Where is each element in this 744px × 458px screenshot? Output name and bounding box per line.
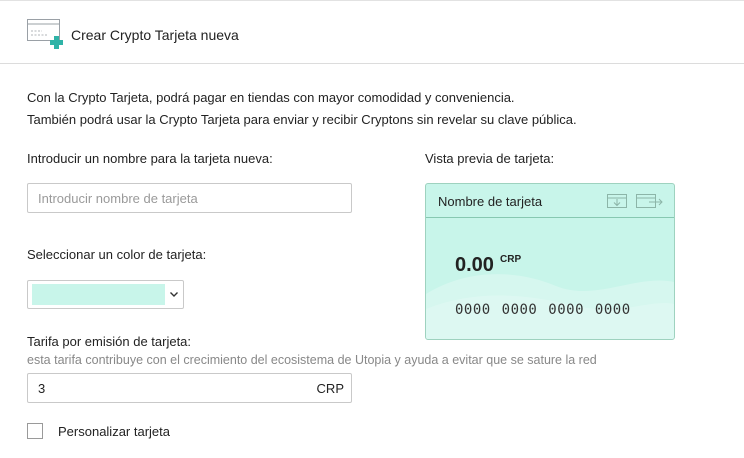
card-preview-name: Nombre de tarjeta [438,194,543,209]
card-preview-currency: CRP [500,254,522,265]
fee-note: esta tarifa contribuye con el crecimient… [27,353,597,367]
customize-card-checkbox[interactable] [27,423,43,439]
fee-unit: CRP [316,381,344,396]
card-name-input[interactable] [27,183,352,213]
dialog-header: Crear Crypto Tarjeta nueva [0,4,744,64]
fee-label: Tarifa por emisión de tarjeta: [27,334,192,349]
card-send-icon [636,194,664,211]
card-preview-label: Vista previa de tarjeta: [425,151,555,166]
fee-field: CRP [27,373,352,403]
card-color-label: Seleccionar un color de tarjeta: [27,247,207,262]
intro-line-1: Con la Crypto Tarjeta, podrá pagar en ti… [27,90,515,105]
card-name-label: Introducir un nombre para la tarjeta nue… [27,151,273,166]
intro-line-2: También podrá usar la Crypto Tarjeta par… [27,111,577,127]
intro-text: Con la Crypto Tarjeta, podrá pagar en ti… [27,87,577,130]
chevron-down-icon [167,286,181,302]
customize-card-label[interactable]: Personalizar tarjeta [58,424,170,439]
card-preview: Nombre de tarjeta 0.00 CRP 0000 0000 000… [425,183,675,340]
dialog-title: Crear Crypto Tarjeta nueva [71,27,239,43]
fee-input[interactable] [28,374,298,402]
card-preview-header: Nombre de tarjeta [426,184,674,218]
window-top-border [0,0,744,3]
card-color-select[interactable] [27,280,184,309]
card-preview-amount: 0.00 [455,254,494,276]
new-card-icon [26,18,76,50]
card-preview-number: 0000 0000 0000 0000 [455,302,631,318]
selected-color-swatch [32,284,165,305]
card-receive-icon [607,194,627,211]
